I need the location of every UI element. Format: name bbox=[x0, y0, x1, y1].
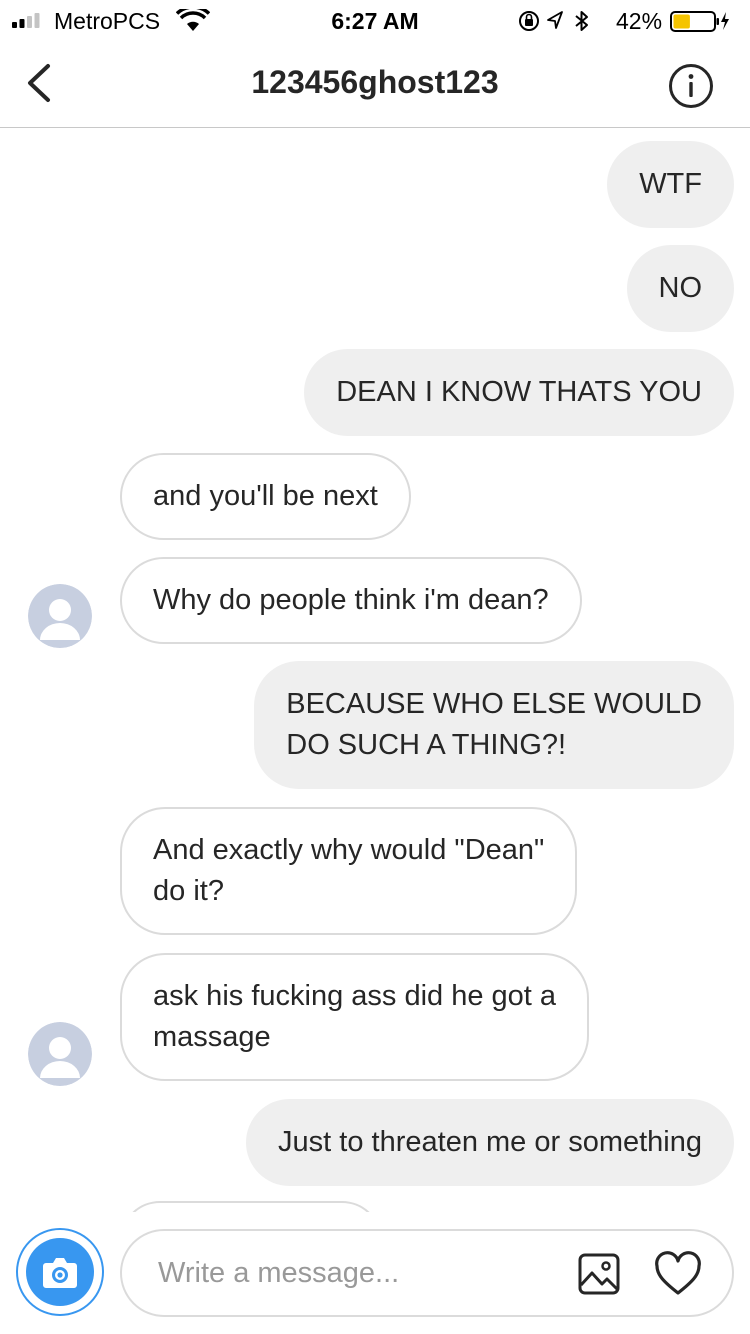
message-bubble-outgoing[interactable]: DEAN I KNOW THATS YOU bbox=[304, 349, 734, 436]
message-bubble-incoming[interactable]: And exactly why would "Dean" do it? bbox=[120, 807, 578, 935]
message-thread[interactable]: WTF NO DEAN I KNOW THATS YOU and you'll … bbox=[0, 129, 750, 1212]
bluetooth-icon bbox=[575, 11, 588, 31]
camera-button-fill bbox=[26, 1238, 94, 1306]
status-bar: MetroPCS 6:27 AM 42% bbox=[0, 0, 750, 40]
status-icons bbox=[519, 11, 588, 31]
message-input-container bbox=[120, 1229, 734, 1317]
message-bubble-incoming[interactable]: and you'll be next bbox=[120, 453, 411, 540]
message-composer bbox=[0, 1212, 750, 1334]
heart-icon[interactable] bbox=[654, 1251, 702, 1297]
message-bubble-outgoing[interactable]: WTF bbox=[607, 141, 734, 228]
battery-icon bbox=[670, 11, 729, 32]
location-icon bbox=[547, 11, 563, 29]
message-bubble-outgoing[interactable]: NO bbox=[626, 245, 734, 332]
message-bubble-incoming-partial[interactable] bbox=[120, 1201, 382, 1212]
camera-button[interactable] bbox=[16, 1228, 104, 1316]
charging-icon bbox=[721, 12, 729, 30]
message-bubble-outgoing[interactable]: BECAUSE WHO ELSE WOULD DO SUCH A THING?! bbox=[254, 661, 734, 789]
conversation-header: 123456ghost123 bbox=[0, 40, 750, 128]
message-bubble-incoming[interactable]: ask his fucking ass did he got a massage bbox=[120, 953, 590, 1081]
message-bubble-outgoing[interactable]: Just to threaten me or something bbox=[246, 1099, 734, 1186]
conversation-title[interactable]: 123456ghost123 bbox=[0, 64, 750, 101]
info-button[interactable] bbox=[668, 63, 714, 109]
orientation-lock-icon bbox=[519, 11, 539, 31]
message-bubble-incoming[interactable]: Why do people think i'm dean? bbox=[120, 557, 582, 644]
avatar[interactable] bbox=[28, 584, 92, 648]
avatar[interactable] bbox=[28, 1022, 92, 1086]
image-gallery-icon[interactable] bbox=[578, 1253, 620, 1295]
message-input[interactable] bbox=[158, 1253, 558, 1293]
battery-percent: 42% bbox=[616, 8, 663, 34]
camera-icon bbox=[43, 1258, 77, 1288]
